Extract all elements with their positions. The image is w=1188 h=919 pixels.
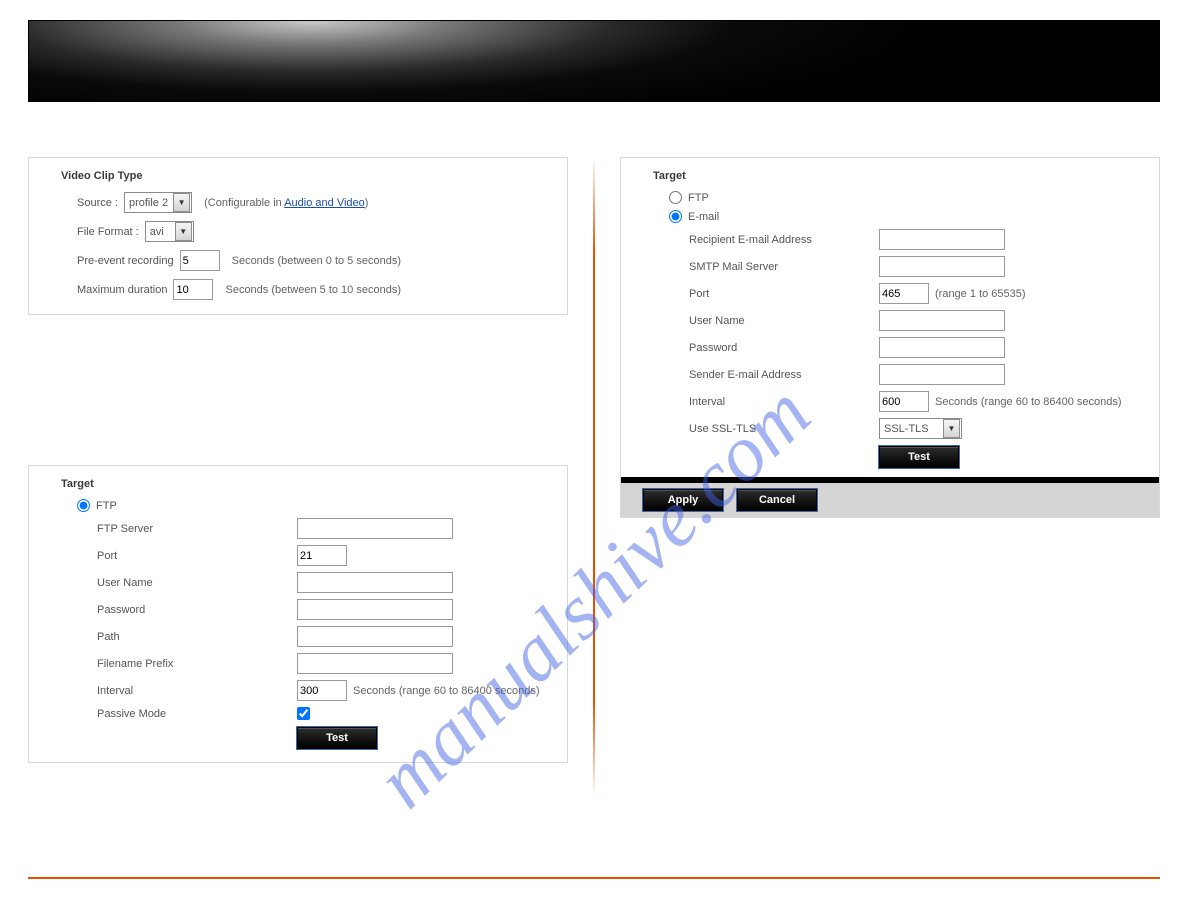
recipient-input[interactable] — [879, 229, 1005, 250]
preevent-input[interactable] — [180, 250, 220, 271]
smtp-label: SMTP Mail Server — [689, 261, 879, 273]
cancel-button[interactable]: Cancel — [737, 489, 817, 511]
email-interval-hint: Seconds (range 60 to 86400 seconds) — [935, 396, 1122, 408]
target-email-radio[interactable] — [669, 210, 682, 223]
source-hint-suffix: ) — [365, 197, 369, 209]
email-interval-label: Interval — [689, 396, 879, 408]
chevron-down-icon: ▼ — [173, 193, 190, 212]
ftp-server-input[interactable] — [297, 518, 453, 539]
ftp-radio[interactable] — [77, 499, 90, 512]
email-target-panel: Target FTP E-mail Recipient E-mail Addre… — [621, 158, 1159, 477]
action-bar: Apply Cancel — [621, 483, 1159, 517]
ftp-test-button[interactable]: Test — [297, 727, 377, 749]
chevron-down-icon: ▼ — [175, 222, 192, 241]
email-port-label: Port — [689, 288, 879, 300]
ftp-user-input[interactable] — [297, 572, 453, 593]
preevent-label: Pre-event recording — [77, 255, 174, 267]
email-password-label: Password — [689, 342, 879, 354]
ftp-interval-hint: Seconds (range 60 to 86400 seconds) — [353, 685, 540, 697]
ftp-target-title: Target — [39, 472, 557, 496]
ftp-path-label: Path — [97, 631, 297, 643]
left-column: Video Clip Type Source : profile 2 ▼ (Co… — [28, 157, 593, 797]
ftp-passive-label: Passive Mode — [97, 708, 297, 720]
right-column: Target FTP E-mail Recipient E-mail Addre… — [595, 157, 1160, 797]
video-clip-type-panel: Video Clip Type Source : profile 2 ▼ (Co… — [28, 157, 568, 315]
source-hint-prefix: (Configurable in — [204, 197, 284, 209]
top-banner — [28, 20, 1160, 102]
ftp-password-input[interactable] — [297, 599, 453, 620]
source-select-value: profile 2 — [125, 197, 172, 209]
recipient-label: Recipient E-mail Address — [689, 234, 879, 246]
file-format-select[interactable]: avi ▼ — [145, 221, 194, 242]
email-port-hint: (range 1 to 65535) — [935, 288, 1026, 300]
ftp-prefix-input[interactable] — [297, 653, 453, 674]
email-target-wrapper: Target FTP E-mail Recipient E-mail Addre… — [620, 157, 1160, 518]
ftp-server-label: FTP Server — [97, 523, 297, 535]
file-format-label: File Format : — [77, 226, 139, 238]
preevent-hint: Seconds (between 0 to 5 seconds) — [232, 255, 401, 267]
ssl-select[interactable]: SSL-TLS ▼ — [879, 418, 962, 439]
ftp-target-panel: Target FTP FTP Server Port — [28, 465, 568, 763]
spacer — [28, 315, 568, 465]
email-interval-input[interactable] — [879, 391, 929, 412]
target-email-radio-label: E-mail — [688, 211, 719, 223]
ssl-label: Use SSL-TLS — [689, 423, 879, 435]
maxdur-label: Maximum duration — [77, 284, 167, 296]
ftp-port-input[interactable] — [297, 545, 347, 566]
footer-divider — [28, 877, 1160, 879]
email-password-input[interactable] — [879, 337, 1005, 358]
email-target-title: Target — [631, 164, 1149, 188]
email-port-input[interactable] — [879, 283, 929, 304]
audio-video-link[interactable]: Audio and Video — [284, 197, 365, 209]
ftp-password-label: Password — [97, 604, 297, 616]
sender-label: Sender E-mail Address — [689, 369, 879, 381]
ftp-passive-checkbox[interactable] — [297, 707, 310, 720]
target-ftp-radio[interactable] — [669, 191, 682, 204]
smtp-input[interactable] — [879, 256, 1005, 277]
source-label: Source : — [77, 197, 118, 209]
chevron-down-icon: ▼ — [943, 419, 960, 438]
email-user-input[interactable] — [879, 310, 1005, 331]
email-user-label: User Name — [689, 315, 879, 327]
ftp-interval-label: Interval — [97, 685, 297, 697]
ftp-path-input[interactable] — [297, 626, 453, 647]
ftp-prefix-label: Filename Prefix — [97, 658, 297, 670]
ssl-select-value: SSL-TLS — [880, 423, 942, 435]
source-hint: (Configurable in Audio and Video) — [204, 197, 368, 209]
source-select[interactable]: profile 2 ▼ — [124, 192, 192, 213]
email-test-button[interactable]: Test — [879, 446, 959, 468]
file-format-value: avi — [146, 226, 174, 238]
target-ftp-radio-label: FTP — [688, 192, 709, 204]
ftp-interval-input[interactable] — [297, 680, 347, 701]
ftp-port-label: Port — [97, 550, 297, 562]
ftp-radio-label: FTP — [96, 500, 117, 512]
sender-input[interactable] — [879, 364, 1005, 385]
maxdur-input[interactable] — [173, 279, 213, 300]
apply-button[interactable]: Apply — [643, 489, 723, 511]
ftp-user-label: User Name — [97, 577, 297, 589]
maxdur-hint: Seconds (between 5 to 10 seconds) — [225, 284, 401, 296]
video-clip-type-title: Video Clip Type — [39, 164, 557, 188]
